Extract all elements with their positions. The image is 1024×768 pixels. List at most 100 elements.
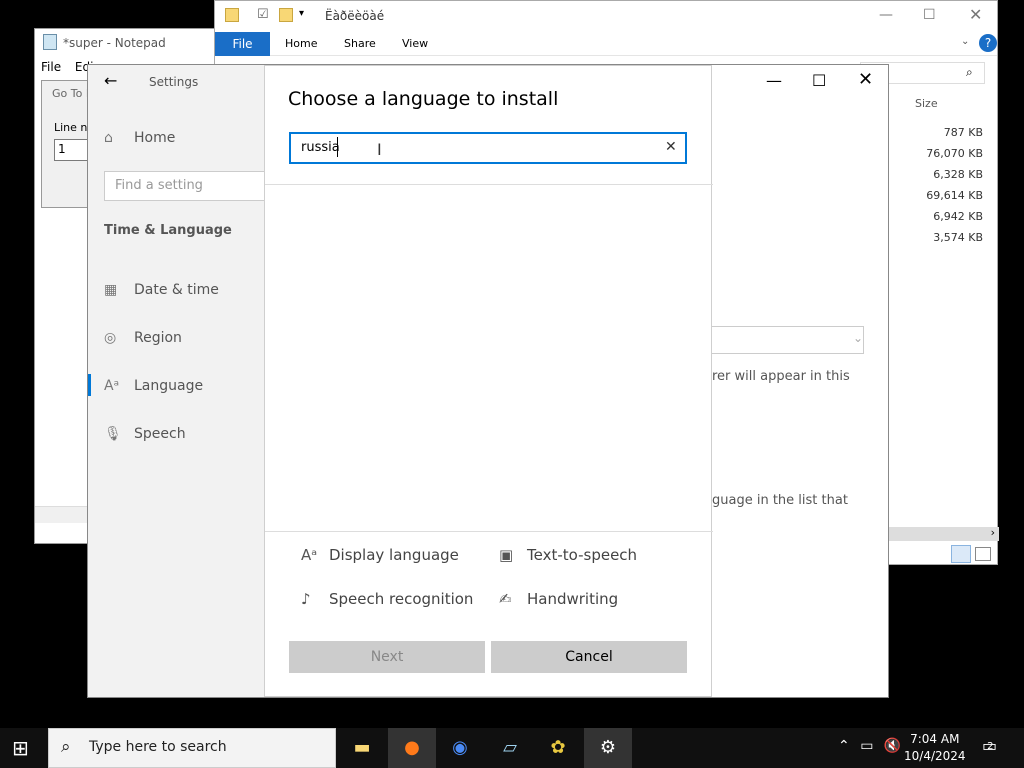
minimize-icon[interactable]: — xyxy=(879,7,893,23)
folder-icon xyxy=(225,8,239,22)
divider xyxy=(265,531,713,532)
calendar-icon: ▦ xyxy=(104,282,118,298)
close-icon[interactable]: ✕ xyxy=(969,5,982,24)
chevron-up-icon[interactable]: ⌃ xyxy=(838,738,850,754)
sidebar-item-region[interactable]: ◎ Region xyxy=(104,330,182,346)
firefox-icon[interactable]: ● xyxy=(388,728,436,768)
sidebar-item-label: Home xyxy=(134,130,176,146)
sidebar-item-language[interactable]: Aᵃ Language xyxy=(104,378,203,394)
properties-icon[interactable]: ☑ xyxy=(257,7,269,22)
settings-sidebar: ← Settings ⌂ Home Find a setting Time & L… xyxy=(88,65,279,697)
clock-date: 10/4/2024 xyxy=(904,749,966,763)
taskbar-search-placeholder: Type here to search xyxy=(89,739,227,755)
new-folder-icon[interactable] xyxy=(279,8,293,22)
tab-file[interactable]: File xyxy=(215,32,270,56)
file-size: 3,574 KB xyxy=(933,231,983,244)
large-icons-view-icon[interactable] xyxy=(975,547,991,561)
chrome-icon[interactable]: ◉ xyxy=(436,728,484,768)
file-size: 787 KB xyxy=(943,126,983,139)
search-input-value: russia xyxy=(301,140,340,155)
python-icon[interactable]: ✿ xyxy=(534,728,582,768)
file-size: 76,070 KB xyxy=(926,147,983,160)
microphone-icon: ♪ xyxy=(301,590,311,608)
display-language-icon: Aᵃ xyxy=(301,546,318,564)
tab-home[interactable]: Home xyxy=(285,37,317,50)
find-setting-input[interactable]: Find a setting xyxy=(104,171,279,201)
feature-label: Display language xyxy=(329,546,459,564)
dropdown[interactable]: ⌄ xyxy=(712,326,864,354)
home-icon: ⌂ xyxy=(104,130,113,146)
cancel-button[interactable]: Cancel xyxy=(491,641,687,673)
file-size: 6,942 KB xyxy=(933,210,983,223)
choose-language-dialog: Choose a language to install russia ✕ Aᵃ… xyxy=(264,65,713,697)
chevron-down-icon: ⌄ xyxy=(852,331,863,345)
clear-icon[interactable]: ✕ xyxy=(665,139,677,155)
language-icon: Aᵃ xyxy=(104,378,120,394)
maximize-icon[interactable]: ☐ xyxy=(923,7,936,23)
clock-time: 7:04 AM xyxy=(910,732,960,746)
goto-title: Go To L xyxy=(52,87,92,100)
feature-label: Speech recognition xyxy=(329,590,474,608)
text-caret xyxy=(337,137,338,157)
sidebar-item-date-time[interactable]: ▦ Date & time xyxy=(104,282,219,298)
clock[interactable]: 7:04 AM 10/4/2024 xyxy=(904,731,966,765)
language-search-input[interactable]: russia ✕ xyxy=(289,132,687,164)
feature-text-to-speech: ▣ Text-to-speech xyxy=(499,546,637,564)
volume-muted-icon[interactable]: 🔇 xyxy=(884,738,901,754)
tab-view[interactable]: View xyxy=(402,37,428,50)
next-button[interactable]: Next xyxy=(289,641,485,673)
network-icon[interactable]: ▭ xyxy=(860,738,873,754)
feature-display-language: Aᵃ Display language xyxy=(301,546,459,564)
notification-count: 2 xyxy=(987,741,994,752)
search-icon: ⌕ xyxy=(61,737,71,757)
explorer-title: Ëàðëèöàé xyxy=(325,9,385,23)
notepad-title: *super - Notepad xyxy=(63,36,166,50)
dialog-title: Choose a language to install xyxy=(288,88,559,110)
file-size: 6,328 KB xyxy=(933,168,983,181)
sidebar-item-label: Region xyxy=(134,330,182,346)
back-arrow-icon[interactable]: ← xyxy=(104,71,117,90)
settings-gear-icon[interactable]: ⚙ xyxy=(584,728,632,768)
sidebar-item-label: Date & time xyxy=(134,282,219,298)
sidebar-item-home[interactable]: ⌂ Home xyxy=(104,130,175,146)
background-text: rer will appear in this xyxy=(712,369,850,384)
active-indicator xyxy=(88,374,91,396)
globe-icon: ◎ xyxy=(104,330,117,346)
settings-title: Settings xyxy=(149,75,199,89)
taskbar: ⊞ ⌕ Type here to search ▬ ● ◉ ▱ ✿ ⚙ ⌃ ▭ … xyxy=(0,728,1024,768)
notifications-icon[interactable]: ▭2 xyxy=(982,736,1004,755)
settings-group-title: Time & Language xyxy=(104,223,232,238)
explorer-titlebar: ☑ ▾ Ëàðëèöàé — ☐ ✕ xyxy=(215,1,997,32)
help-icon[interactable]: ? xyxy=(979,34,997,52)
file-size: 69,614 KB xyxy=(926,189,983,202)
taskbar-search-box[interactable]: ⌕ Type here to search xyxy=(48,728,336,768)
tab-share[interactable]: Share xyxy=(344,37,376,50)
explorer-hscrollbar[interactable]: › xyxy=(889,526,999,541)
maximize-icon[interactable]: ☐ xyxy=(812,71,826,90)
close-icon[interactable]: ✕ xyxy=(858,69,873,90)
column-size-header[interactable]: Size xyxy=(915,97,938,110)
menu-file[interactable]: File xyxy=(41,60,61,74)
search-icon: ⌕ xyxy=(966,65,973,79)
chevron-right-icon[interactable]: › xyxy=(991,526,995,539)
chevron-down-icon[interactable]: ⌄ xyxy=(961,36,969,47)
background-text: guage in the list that xyxy=(712,493,848,508)
sidebar-item-label: Speech xyxy=(134,426,186,442)
minimize-icon[interactable]: — xyxy=(766,71,782,90)
details-view-icon[interactable] xyxy=(951,545,971,563)
system-tray: ⌃ ▭ 🔇 xyxy=(838,738,901,754)
sidebar-item-speech[interactable]: 🎙 Speech xyxy=(104,426,186,442)
feature-label: Text-to-speech xyxy=(527,546,638,564)
chevron-down-icon[interactable]: ▾ xyxy=(299,8,304,19)
feature-label: Handwriting xyxy=(527,590,619,608)
text-cursor-icon: Ι xyxy=(377,140,382,159)
language-results-list[interactable] xyxy=(289,184,689,530)
handwriting-icon: ✍ xyxy=(499,590,512,608)
notepad-icon[interactable]: ▱ xyxy=(486,728,534,768)
microphone-icon: 🎙 xyxy=(104,426,122,442)
sidebar-item-label: Language xyxy=(134,378,204,394)
windows-start-icon[interactable]: ⊞ xyxy=(12,736,29,760)
notepad-icon xyxy=(43,34,57,50)
explorer-ribbon: File Home Share View ⌄ ? xyxy=(215,32,997,56)
file-explorer-icon[interactable]: ▬ xyxy=(338,728,386,768)
